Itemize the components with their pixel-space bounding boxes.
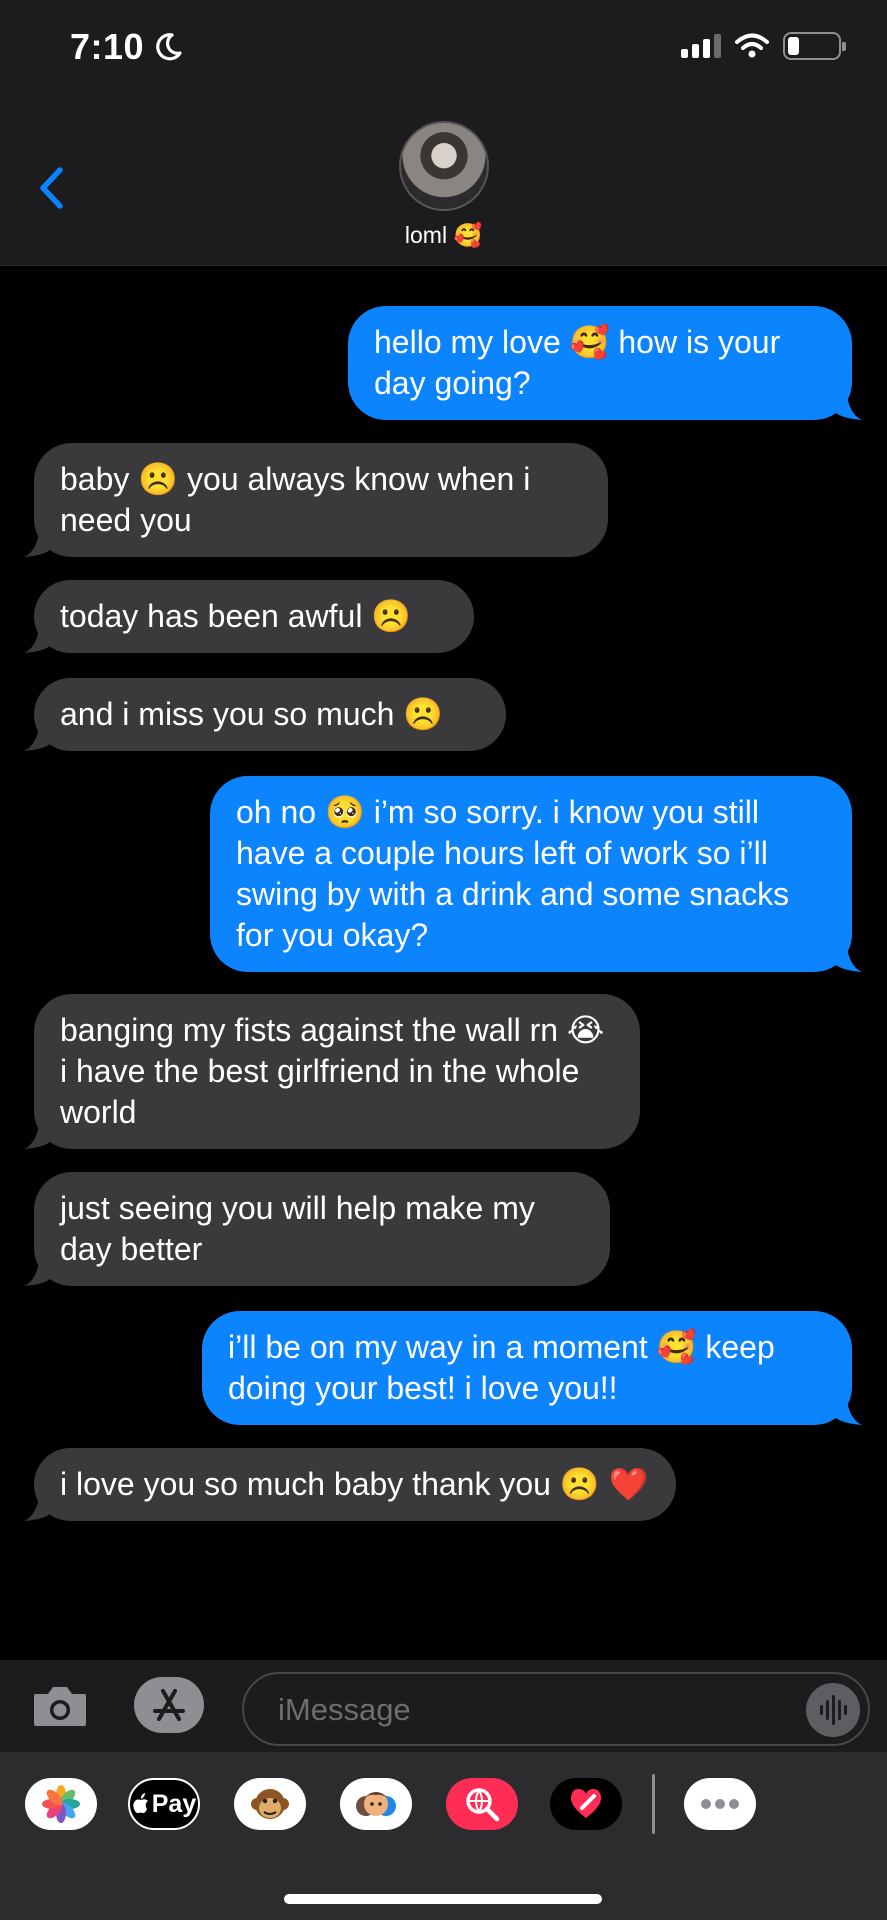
- message-input[interactable]: iMessage: [242, 1672, 870, 1746]
- message-text: today has been awful ☹️: [60, 598, 412, 634]
- message-text: oh no 🥺 i’m so sorry. i know you still h…: [236, 794, 790, 953]
- app-store-button[interactable]: [134, 1677, 204, 1733]
- audio-message-button[interactable]: [806, 1683, 860, 1737]
- home-indicator[interactable]: [284, 1894, 602, 1904]
- message-bubble-incoming[interactable]: banging my fists against the wall rn 😭 i…: [24, 994, 640, 1149]
- message-text: just seeing you will help make my day be…: [60, 1190, 535, 1267]
- message-bubble-incoming[interactable]: and i miss you so much ☹️: [24, 678, 506, 751]
- bubble-tail: [24, 1254, 54, 1286]
- conversation-header: 7:10 loml 🥰: [0, 0, 887, 266]
- animoji-app-button[interactable]: [234, 1778, 306, 1830]
- message-bubble-incoming[interactable]: i love you so much baby thank you ☹️ ❤️: [24, 1448, 676, 1521]
- photos-icon: [42, 1785, 80, 1823]
- apple-pay-button[interactable]: Pay: [128, 1778, 200, 1830]
- message-bubble-outgoing[interactable]: i’ll be on my way in a moment 🥰 keep doi…: [202, 1311, 862, 1425]
- message-thread: hello my love 🥰 how is your day going? b…: [0, 266, 887, 1660]
- camera-icon[interactable]: [30, 1682, 90, 1730]
- image-search-app-button[interactable]: [446, 1778, 518, 1830]
- more-apps-button[interactable]: [684, 1778, 756, 1830]
- contact-avatar[interactable]: [399, 121, 489, 211]
- wifi-icon: [735, 33, 769, 58]
- memoji-app-button[interactable]: [340, 1778, 412, 1830]
- globe-search-icon: [466, 1788, 500, 1822]
- bubble-tail: [24, 621, 54, 653]
- message-bubble-incoming[interactable]: just seeing you will help make my day be…: [24, 1172, 610, 1286]
- messages-screen: 7:10 loml 🥰 hello my love 🥰 how is your …: [0, 0, 887, 1920]
- imessage-app-strip: Pay: [0, 1752, 887, 1920]
- cellular-signal-icon: [681, 34, 721, 58]
- bubble-tail: [24, 525, 54, 557]
- apple-pay-label: Pay: [151, 1789, 197, 1818]
- message-bubble-incoming[interactable]: baby ☹️ you always know when i need you: [24, 443, 608, 557]
- back-chevron-icon[interactable]: [34, 164, 68, 212]
- photos-app-button[interactable]: [25, 1778, 97, 1830]
- message-bubble-incoming[interactable]: today has been awful ☹️: [24, 580, 474, 653]
- message-text: and i miss you so much ☹️: [60, 696, 444, 732]
- message-input-placeholder: iMessage: [278, 1692, 411, 1727]
- message-bubble-outgoing[interactable]: oh no 🥺 i’m so sorry. i know you still h…: [210, 776, 862, 972]
- status-indicators: [681, 32, 846, 60]
- digital-touch-app-button[interactable]: [550, 1778, 622, 1830]
- message-bubble-outgoing[interactable]: hello my love 🥰 how is your day going?: [348, 306, 862, 420]
- app-strip-divider: [652, 1774, 655, 1834]
- contact-name[interactable]: loml 🥰: [0, 222, 887, 249]
- message-text: baby ☹️ you always know when i need you: [60, 461, 531, 538]
- bubble-tail: [24, 1489, 54, 1521]
- bubble-tail: [24, 1117, 54, 1149]
- bubble-tail: [832, 388, 862, 420]
- bubble-tail: [832, 1393, 862, 1425]
- moon-icon: [156, 33, 182, 61]
- message-text: i love you so much baby thank you ☹️ ❤️: [60, 1466, 649, 1502]
- status-time: 7:10: [70, 26, 184, 68]
- app-store-icon: [153, 1689, 185, 1721]
- digital-touch-heart-icon: [570, 1789, 602, 1818]
- monkey-icon: [251, 1789, 289, 1819]
- more-icon: [701, 1799, 739, 1809]
- message-text: hello my love 🥰 how is your day going?: [374, 324, 781, 401]
- memoji-icon: [356, 1792, 396, 1816]
- message-text: i’ll be on my way in a moment 🥰 keep doi…: [228, 1329, 775, 1406]
- battery-icon: [783, 32, 846, 60]
- bubble-tail: [832, 940, 862, 972]
- apple-logo-icon: [133, 1793, 148, 1814]
- message-text: banging my fists against the wall rn 😭 i…: [60, 1012, 605, 1130]
- status-time-text: 7:10: [70, 26, 145, 67]
- bubble-tail: [24, 719, 54, 751]
- message-composer: iMessage: [0, 1660, 887, 1752]
